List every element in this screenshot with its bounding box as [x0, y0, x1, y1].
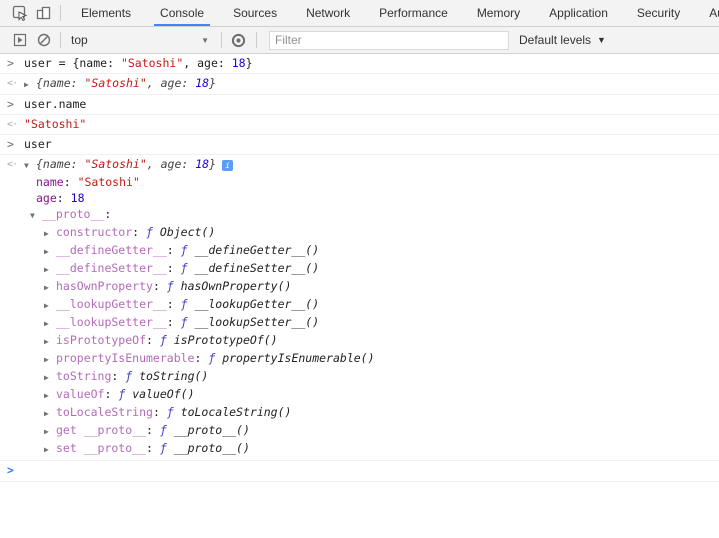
property-row: name: "Satoshi" — [24, 174, 713, 190]
tab-console[interactable]: Console — [154, 0, 210, 26]
property-row: ▶__defineGetter__: ƒ __defineGetter__() — [24, 242, 713, 260]
info-icon[interactable]: i — [222, 160, 233, 171]
evaluated-expression: user.name — [24, 97, 713, 112]
input-chevron-icon: > — [7, 97, 14, 112]
output-chevron-icon: <· — [7, 117, 17, 132]
expand-triangle-icon[interactable]: ▶ — [44, 262, 56, 278]
prompt-chevron-icon: > — [7, 463, 14, 478]
expand-triangle-icon[interactable]: ▶ — [44, 316, 56, 332]
expand-triangle-icon[interactable]: ▶ — [44, 424, 56, 440]
property-row: ▶constructor: ƒ Object() — [24, 224, 713, 242]
tabbar-icons — [0, 0, 65, 26]
default-levels-label: Default levels — [519, 33, 591, 47]
console-sidebar-icon[interactable] — [8, 29, 32, 51]
expand-triangle-icon[interactable]: ▶ — [24, 77, 36, 92]
tab-list: Elements Console Sources Network Performance… — [65, 0, 719, 26]
tab-security[interactable]: Security — [631, 0, 686, 26]
device-toolbar-icon[interactable] — [32, 2, 56, 24]
tab-network[interactable]: Network — [300, 0, 356, 26]
console-input-row: > user.name — [0, 95, 719, 115]
inspect-element-icon[interactable] — [8, 2, 32, 24]
expand-triangle-icon[interactable]: ▶ — [44, 244, 56, 260]
clear-console-icon[interactable] — [32, 29, 56, 51]
expand-triangle-icon[interactable]: ▶ — [44, 280, 56, 296]
evaluated-expression: user = {name: "Satoshi", age: 18} — [24, 56, 713, 71]
property-row: ▶__lookupSetter__: ƒ __lookupSetter__() — [24, 314, 713, 332]
evaluation-result: "Satoshi" — [24, 117, 713, 132]
property-row: age: 18 — [24, 190, 713, 206]
tab-sources[interactable]: Sources — [227, 0, 283, 26]
context-selector-label: top — [71, 33, 88, 47]
filter-input[interactable] — [269, 31, 509, 50]
property-row: ▶__lookupGetter__: ƒ __lookupGetter__() — [24, 296, 713, 314]
input-chevron-icon: > — [7, 56, 14, 71]
console-result-row: <· ▶{name: "Satoshi", age: 18} — [0, 74, 719, 95]
input-chevron-icon: > — [7, 137, 14, 152]
property-row: ▶toLocaleString: ƒ toLocaleString() — [24, 404, 713, 422]
tab-performance[interactable]: Performance — [373, 0, 454, 26]
expand-triangle-icon[interactable]: ▶ — [44, 406, 56, 422]
property-row: ▶valueOf: ƒ valueOf() — [24, 386, 713, 404]
expand-triangle-icon[interactable]: ▶ — [44, 226, 56, 242]
property-row: ▼__proto__: — [24, 206, 713, 224]
property-row: ▶__defineSetter__: ƒ __defineSetter__() — [24, 260, 713, 278]
property-row: ▶hasOwnProperty: ƒ hasOwnProperty() — [24, 278, 713, 296]
console-result-row: <· ▼{name: "Satoshi", age: 18}iname: "Sat… — [0, 155, 719, 461]
expand-triangle-icon[interactable]: ▶ — [44, 334, 56, 350]
context-selector[interactable]: top ▼ — [71, 33, 209, 47]
chevron-down-icon: ▼ — [597, 35, 606, 45]
devtools-window: Elements Console Sources Network Performance… — [0, 0, 719, 538]
property-row: ▶toString: ƒ toString() — [24, 368, 713, 386]
expand-triangle-icon[interactable]: ▶ — [44, 442, 56, 458]
collapse-triangle-icon[interactable]: ▼ — [30, 208, 42, 224]
property-row: ▶set __proto__: ƒ __proto__() — [24, 440, 713, 458]
evaluation-result: ▶{name: "Satoshi", age: 18} — [24, 76, 713, 92]
object-property-tree: name: "Satoshi"age: 18▼__proto__:▶constr… — [24, 174, 713, 458]
console-prompt-row[interactable]: > — [0, 461, 719, 482]
expand-triangle-icon[interactable]: ▶ — [44, 298, 56, 314]
toolbar-separator — [221, 32, 222, 48]
console-result-row: <· "Satoshi" — [0, 115, 719, 135]
output-chevron-icon: <· — [7, 157, 17, 172]
console-input-row: > user — [0, 135, 719, 155]
tab-application[interactable]: Application — [543, 0, 614, 26]
tab-elements[interactable]: Elements — [75, 0, 137, 26]
expand-triangle-icon[interactable]: ▶ — [44, 352, 56, 368]
console-input-row: > user = {name: "Satoshi", age: 18} — [0, 54, 719, 74]
console-messages: > user = {name: "Satoshi", age: 18} <· ▶{na… — [0, 54, 719, 482]
toolbar-separator — [60, 32, 61, 48]
property-row: ▶isPrototypeOf: ƒ isPrototypeOf() — [24, 332, 713, 350]
property-row: ▶get __proto__: ƒ __proto__() — [24, 422, 713, 440]
tab-memory[interactable]: Memory — [471, 0, 526, 26]
eye-icon[interactable] — [226, 29, 250, 51]
toolbar-separator — [60, 5, 61, 21]
devtools-tabbar: Elements Console Sources Network Performance… — [0, 0, 719, 27]
chevron-down-icon: ▼ — [201, 36, 209, 45]
default-levels-dropdown[interactable]: Default levels ▼ — [519, 33, 606, 47]
evaluation-result: ▼{name: "Satoshi", age: 18}i — [24, 157, 713, 173]
evaluated-expression: user — [24, 137, 713, 152]
expand-triangle-icon[interactable]: ▶ — [44, 388, 56, 404]
tab-audits[interactable]: Audits — [703, 0, 719, 26]
output-chevron-icon: <· — [7, 76, 17, 91]
collapse-triangle-icon[interactable]: ▼ — [24, 158, 36, 173]
expand-triangle-icon[interactable]: ▶ — [44, 370, 56, 386]
console-toolbar: top ▼ Default levels ▼ — [0, 27, 719, 54]
property-row: ▶propertyIsEnumerable: ƒ propertyIsEnume… — [24, 350, 713, 368]
toolbar-separator — [256, 32, 257, 48]
